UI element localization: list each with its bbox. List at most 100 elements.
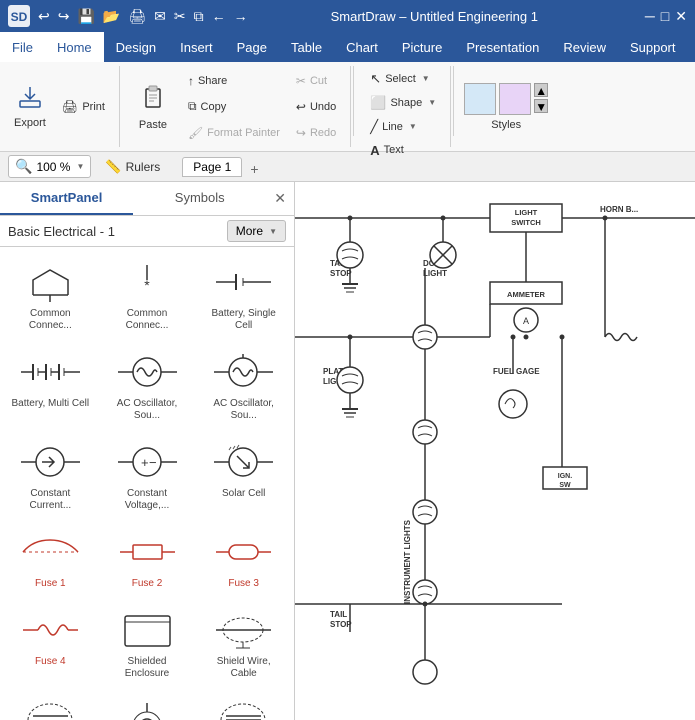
zoom-dropdown-arrow: ▼ bbox=[76, 162, 84, 171]
text-icon: A bbox=[370, 143, 379, 158]
menu-support[interactable]: Support bbox=[618, 32, 688, 62]
style-scroll-down[interactable]: ▼ bbox=[534, 99, 548, 113]
symbol-label-ac-osc-2: AC Oscillator, Sou... bbox=[204, 398, 284, 422]
copy-icon: ⧉ bbox=[188, 99, 197, 114]
menu-page[interactable]: Page bbox=[225, 32, 279, 62]
symbol-shielded-enclosure[interactable]: Shielded Enclosure bbox=[101, 599, 194, 685]
symbols-row-4: Fuse 1 Fuse 2 bbox=[4, 521, 290, 595]
add-page-button[interactable]: + bbox=[246, 161, 262, 177]
symbols-row-6: Shielded Pair, Cable Shielded Coaxial... bbox=[4, 689, 290, 720]
symbol-shielded-coax[interactable]: Shielded Coaxial... bbox=[101, 689, 194, 720]
menu-design[interactable]: Design bbox=[104, 32, 168, 62]
symbols-row-5: Fuse 4 Shielded Enclosure bbox=[4, 599, 290, 685]
open-quick-btn[interactable]: 📂 bbox=[101, 6, 122, 27]
select-button[interactable]: ↖ Select ▼ bbox=[364, 69, 442, 89]
symbol-label-fuse-1: Fuse 1 bbox=[35, 578, 66, 590]
left-panel: SmartPanel Symbols ✕ Basic Electrical - … bbox=[0, 182, 295, 720]
paste-button[interactable]: Paste bbox=[128, 69, 178, 145]
zoom-control[interactable]: 🔍 100 % ▼ bbox=[8, 155, 91, 178]
menu-table[interactable]: Table bbox=[279, 32, 334, 62]
undo-button[interactable]: ↩ Undo bbox=[290, 96, 342, 118]
symbol-ac-osc-2[interactable]: AC Oscillator, Sou... bbox=[197, 341, 290, 427]
print-button[interactable]: 🖨 Print bbox=[56, 96, 111, 118]
cut-quick-btn[interactable]: ✂ bbox=[172, 6, 188, 27]
shape-button[interactable]: ⬜ Shape ▼ bbox=[364, 93, 442, 113]
copy-quick-btn[interactable]: ⧉ bbox=[192, 6, 206, 27]
minimize-btn[interactable]: ─ bbox=[645, 8, 655, 25]
menu-picture[interactable]: Picture bbox=[390, 32, 454, 62]
symbol-cable-shielded[interactable]: Cable Shielded at... bbox=[197, 689, 290, 720]
symbol-common-connect-2[interactable]: * Common Connec... bbox=[101, 251, 194, 337]
toolbar2: 🔍 100 % ▼ 📏 Rulers Page 1 + bbox=[0, 152, 695, 182]
symbol-constant-voltage[interactable]: + − Constant Voltage,... bbox=[101, 431, 194, 517]
menu-review[interactable]: Review bbox=[551, 32, 618, 62]
print-quick-btn[interactable]: 🖨 bbox=[126, 6, 148, 27]
symbol-fuse-4[interactable]: Fuse 4 bbox=[4, 599, 97, 685]
line-button[interactable]: ╱ Line ▼ bbox=[364, 117, 442, 137]
symbol-label-shield-wire: Shield Wire, Cable bbox=[204, 656, 284, 680]
rulers-label: Rulers bbox=[126, 160, 161, 174]
share-icon: ↑ bbox=[188, 74, 194, 88]
symbol-label-fuse-2: Fuse 2 bbox=[132, 578, 163, 590]
print-icon: 🖨 bbox=[62, 99, 79, 115]
copy-button[interactable]: ⧉ Copy bbox=[182, 96, 286, 118]
close-btn[interactable]: ✕ bbox=[675, 8, 687, 25]
menu-insert[interactable]: Insert bbox=[168, 32, 225, 62]
symbols-tab[interactable]: Symbols bbox=[133, 182, 266, 215]
save-quick-btn[interactable]: 💾 bbox=[75, 6, 96, 27]
symbol-img-battery-single bbox=[209, 256, 279, 308]
symbol-common-connect-1[interactable]: Common Connec... bbox=[4, 251, 97, 337]
menu-file[interactable]: File bbox=[0, 32, 45, 62]
symbol-img-constant-voltage: + − bbox=[112, 436, 182, 488]
format-painter-button[interactable]: 🖌 Format Painter bbox=[182, 122, 286, 144]
style-scroll-up[interactable]: ▲ bbox=[534, 83, 548, 97]
panel-tabs: SmartPanel Symbols ✕ bbox=[0, 182, 294, 216]
symbol-label-battery-multi: Battery, Multi Cell bbox=[12, 398, 90, 410]
svg-text:INSTRUMENT LIGHTS: INSTRUMENT LIGHTS bbox=[403, 519, 412, 604]
back-quick-btn[interactable]: ← bbox=[210, 6, 228, 26]
symbol-img-shielded-pair bbox=[15, 694, 85, 720]
panel-header: Basic Electrical - 1 More ▼ bbox=[0, 216, 294, 247]
redo-button[interactable]: ↪ Redo bbox=[290, 122, 342, 144]
more-button[interactable]: More ▼ bbox=[227, 220, 286, 242]
symbol-battery-single[interactable]: Battery, Single Cell bbox=[197, 251, 290, 337]
menu-home[interactable]: Home bbox=[45, 32, 104, 62]
maximize-btn[interactable]: □ bbox=[661, 8, 669, 25]
symbol-battery-multi[interactable]: Battery, Multi Cell bbox=[4, 341, 97, 427]
export-button[interactable]: Export bbox=[8, 69, 52, 145]
undo-quick-btn[interactable]: ↩ bbox=[36, 6, 52, 27]
more-label: More bbox=[236, 224, 263, 238]
page-tab-1[interactable]: Page 1 bbox=[182, 157, 242, 177]
style-preview-2[interactable] bbox=[499, 83, 531, 115]
category-label: Basic Electrical - 1 bbox=[8, 224, 219, 239]
symbol-fuse-3[interactable]: Fuse 3 bbox=[197, 521, 290, 595]
style-preview-1[interactable] bbox=[464, 83, 496, 115]
cut-button[interactable]: ✂ Cut bbox=[290, 70, 342, 92]
symbol-fuse-2[interactable]: Fuse 2 bbox=[101, 521, 194, 595]
canvas-area[interactable]: LIGHT SWITCH HORN B... TAIL STOP DOME LI… bbox=[295, 182, 695, 720]
symbol-shielded-pair[interactable]: Shielded Pair, Cable bbox=[4, 689, 97, 720]
symbol-label-ac-osc-1: AC Oscillator, Sou... bbox=[107, 398, 187, 422]
smartpanel-tab[interactable]: SmartPanel bbox=[0, 182, 133, 215]
panel-close-button[interactable]: ✕ bbox=[266, 182, 294, 215]
share-button[interactable]: ↑ Share bbox=[182, 70, 286, 92]
email-quick-btn[interactable]: ✉ bbox=[152, 6, 168, 27]
redo-quick-btn[interactable]: ↪ bbox=[56, 6, 72, 27]
svg-text:FUEL GAGE: FUEL GAGE bbox=[493, 367, 540, 376]
rulers-button[interactable]: 📏 Rulers bbox=[99, 157, 166, 177]
title-bar: SD ↩ ↪ 💾 📂 🖨 ✉ ✂ ⧉ ← → SmartDraw – Untit… bbox=[0, 0, 695, 32]
forward-quick-btn[interactable]: → bbox=[232, 6, 250, 26]
menu-presentation[interactable]: Presentation bbox=[454, 32, 551, 62]
symbol-solar-cell[interactable]: Solar Cell bbox=[197, 431, 290, 517]
svg-text:STOP: STOP bbox=[330, 620, 352, 629]
shape-dropdown-arrow: ▼ bbox=[428, 98, 436, 107]
symbol-img-ac-osc-2 bbox=[209, 346, 279, 398]
format-painter-icon: 🖌 bbox=[188, 126, 203, 140]
menu-chart[interactable]: Chart bbox=[334, 32, 390, 62]
symbol-ac-osc-1[interactable]: AC Oscillator, Sou... bbox=[101, 341, 194, 427]
styles-group: ▲ ▼ Styles bbox=[456, 66, 556, 147]
symbol-constant-current[interactable]: Constant Current... bbox=[4, 431, 97, 517]
symbol-shield-wire[interactable]: Shield Wire, Cable bbox=[197, 599, 290, 685]
symbol-fuse-1[interactable]: Fuse 1 bbox=[4, 521, 97, 595]
line-dropdown-arrow: ▼ bbox=[409, 122, 417, 131]
